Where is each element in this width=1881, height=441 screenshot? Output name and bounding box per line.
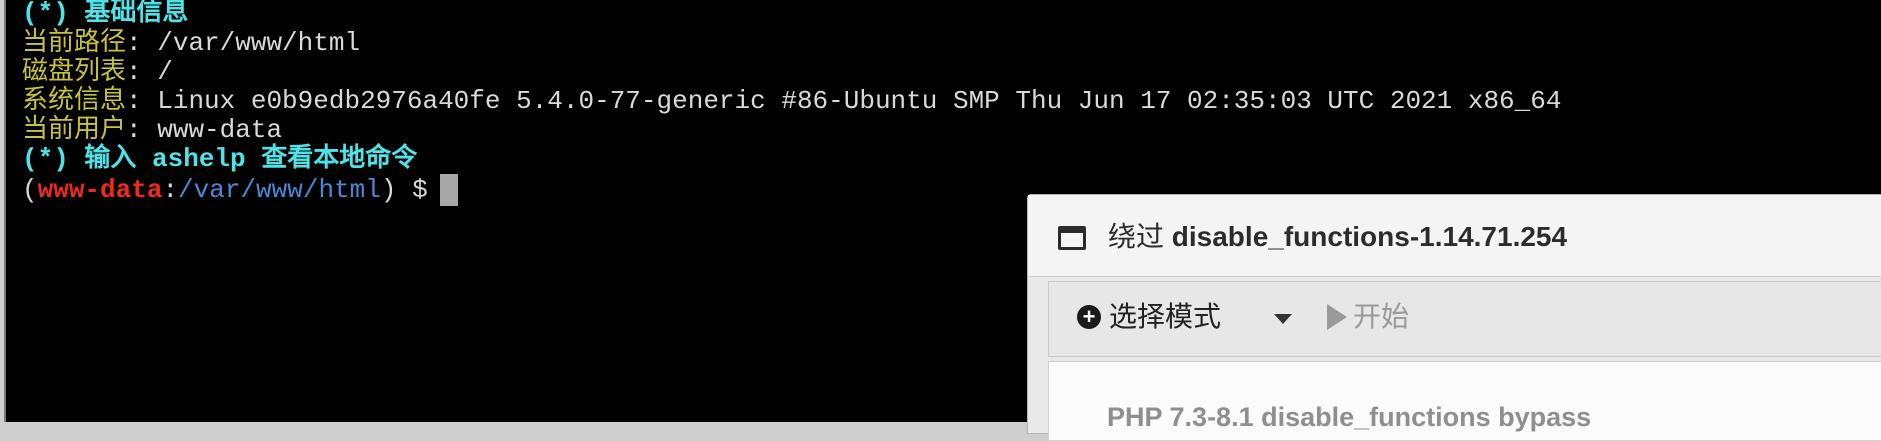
dialog-toolbar: + 选择模式 开始 <box>1048 281 1881 357</box>
info-value-disks: / <box>157 57 173 87</box>
info-label-disks: 磁盘列表 <box>22 57 127 87</box>
plus-circle-icon[interactable]: + <box>1077 305 1101 329</box>
select-mode-button[interactable]: 选择模式 <box>1109 299 1221 335</box>
prompt-user: www-data <box>37 175 163 205</box>
start-button[interactable]: 开始 <box>1353 299 1409 335</box>
info-value-path: /var/www/html <box>157 28 361 58</box>
play-icon[interactable] <box>1327 304 1347 330</box>
bypass-dialog: 绕过 disable_functions-1.14.71.254 + 选择模式 … <box>1027 194 1881 441</box>
info-header: (*) 基础信息 <box>22 0 189 28</box>
info-label-system: 系统信息 <box>22 86 127 116</box>
prompt-line[interactable]: (www-data:/var/www/html) $ <box>22 173 458 207</box>
content-panel: PHP 7.3-8.1 disable_functions bypass <box>1048 361 1881 441</box>
prompt-close: ) $ <box>380 175 428 205</box>
dialog-titlebar[interactable]: 绕过 disable_functions-1.14.71.254 <box>1028 195 1881 277</box>
window-icon <box>1058 226 1086 250</box>
help-hint-suffix: 查看本地命令 <box>245 144 418 174</box>
info-value-system: Linux e0b9edb2976a40fe 5.4.0-77-generic … <box>157 86 1562 116</box>
dialog-title: 绕过 disable_functions-1.14.71.254 <box>1108 219 1567 255</box>
caret-down-icon[interactable] <box>1274 314 1292 324</box>
help-hint-prefix: (*) 输入 <box>22 144 153 174</box>
prompt-path: /var/www/html <box>178 175 381 205</box>
info-separator: : <box>126 57 158 87</box>
help-hint-command: ashelp <box>152 144 246 174</box>
info-separator: : <box>126 115 158 145</box>
prompt-colon: : <box>162 175 179 205</box>
info-separator: : <box>126 28 158 58</box>
info-label-user: 当前用户 <box>22 115 127 145</box>
info-separator: : <box>126 86 158 116</box>
help-hint-line: (*) 输入 ashelp 查看本地命令 <box>22 142 417 176</box>
info-value-user: www-data <box>157 115 283 145</box>
panel-heading: PHP 7.3-8.1 disable_functions bypass <box>1107 402 1592 432</box>
dialog-title-main: disable_functions-1.14.71.254 <box>1171 221 1568 252</box>
prompt-open: ( <box>22 175 38 205</box>
dialog-title-prefix: 绕过 <box>1108 221 1172 252</box>
terminal-cursor[interactable] <box>439 174 458 206</box>
info-label-path: 当前路径 <box>22 28 127 58</box>
